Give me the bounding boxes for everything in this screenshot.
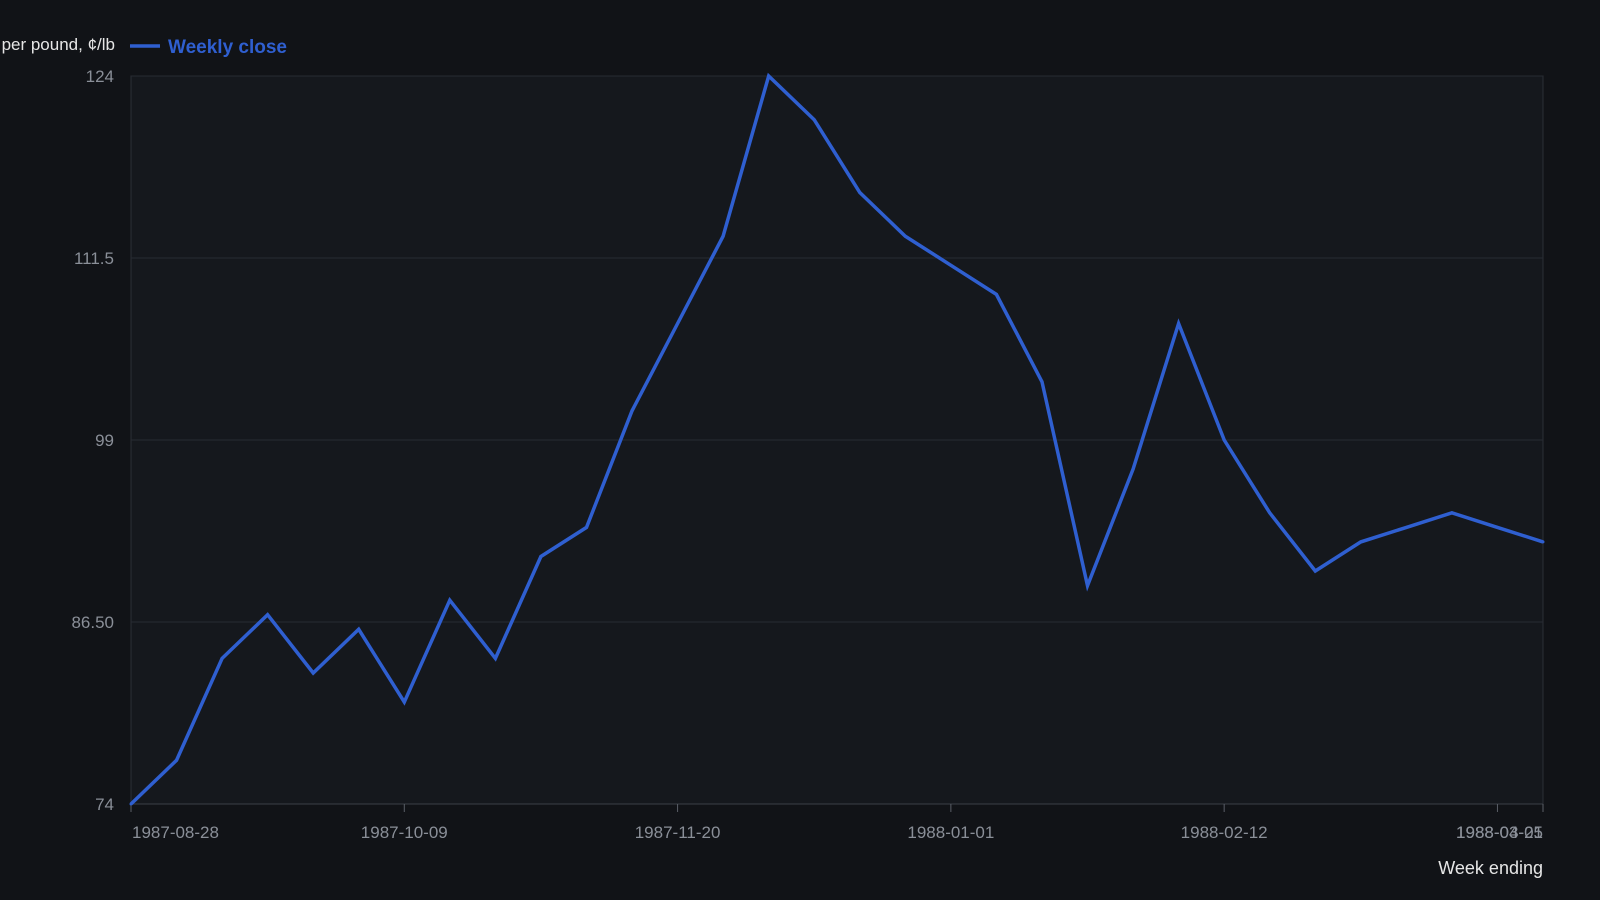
data-point [402, 700, 406, 704]
data-point [812, 118, 816, 122]
data-point [448, 598, 452, 602]
y-axis-label: Price per pound, ¢/lb [0, 35, 115, 54]
data-point [1086, 584, 1089, 588]
x-tick-label: 1987-10-09 [361, 823, 448, 842]
data-point [1131, 467, 1135, 471]
data-point [1450, 511, 1454, 515]
y-tick-label: 99 [95, 431, 114, 450]
data-point [1359, 540, 1363, 544]
data-point [903, 234, 907, 238]
line-chart: Price per pound, ¢/lb Weekly close 74 86.… [0, 35, 1545, 878]
data-point [1268, 511, 1272, 515]
data-point [1177, 322, 1181, 325]
chart-container: Price per pound, ¢/lb Weekly close 74 86.… [0, 0, 1600, 900]
data-point [949, 263, 953, 267]
y-tick-label: 124 [86, 67, 114, 86]
data-point [266, 613, 270, 617]
data-point [721, 234, 725, 238]
data-point [1541, 540, 1545, 544]
data-point [539, 555, 543, 558]
legend-label-weekly-close[interactable]: Weekly close [168, 37, 287, 58]
data-point [1313, 569, 1317, 573]
data-point [585, 525, 588, 529]
y-tick-label: 74 [95, 795, 114, 814]
data-point [311, 671, 315, 675]
grid-lines [130, 75, 1544, 805]
data-point [1222, 438, 1226, 442]
data-point [767, 74, 771, 78]
y-axis-ticks: 74 86.50 99 111.5 124 [71, 67, 114, 814]
data-point [357, 627, 361, 631]
y-tick-label: 111.5 [74, 249, 114, 268]
data-point [129, 802, 133, 806]
x-tick-label: 1987-11-20 [635, 823, 721, 842]
data-point [994, 292, 998, 296]
data-point [220, 656, 224, 660]
data-point [630, 409, 634, 413]
data-point [1496, 525, 1499, 529]
x-tick-label: 1987-08-28 [132, 823, 219, 842]
x-tick-label: 1988-04-01 [1456, 823, 1543, 842]
data-point [1040, 380, 1044, 384]
data-point [175, 758, 178, 762]
x-tick-label: 1988-02-12 [1181, 823, 1268, 842]
data-point [676, 322, 680, 325]
data-point [1404, 525, 1408, 529]
data-point [493, 656, 497, 660]
data-point [858, 191, 862, 194]
x-axis-ticks: 1987-08-28 1987-10-09 1987-11-20 1988-01-01… [130, 803, 1544, 842]
x-axis-label: Week ending [1438, 858, 1543, 878]
x-tick-label: 1988-01-01 [907, 823, 994, 842]
y-tick-label: 86.50 [71, 613, 114, 632]
